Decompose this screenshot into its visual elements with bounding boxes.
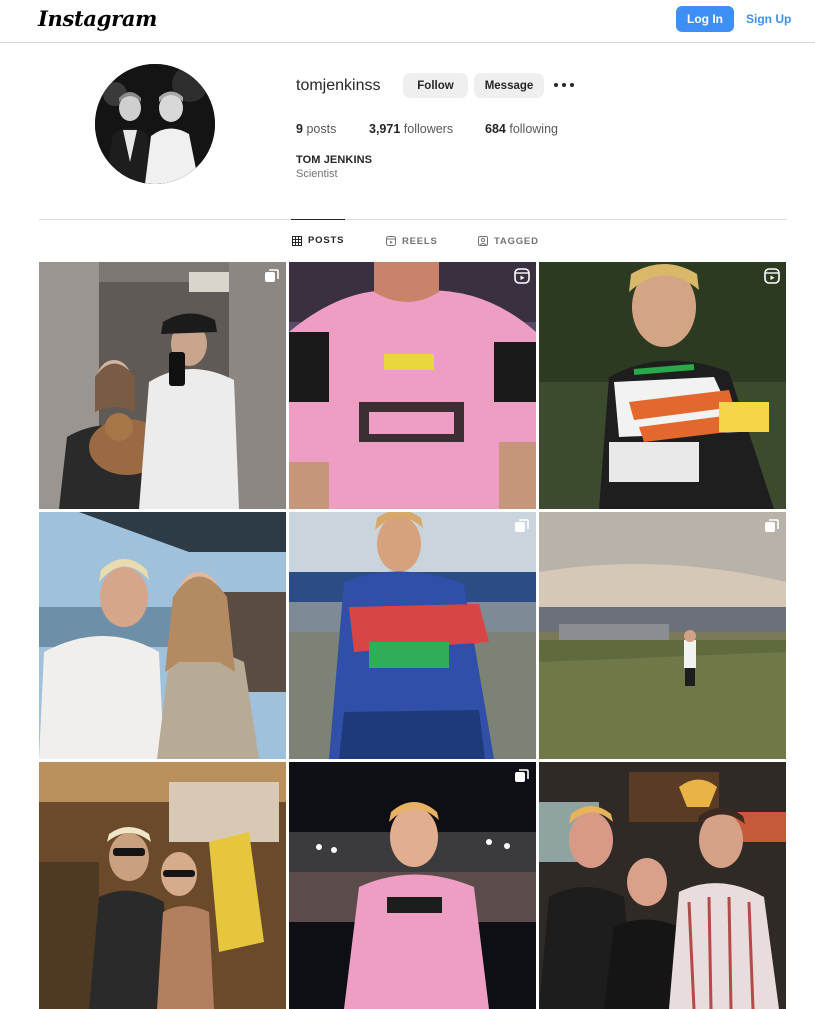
following-count: 684	[485, 122, 506, 136]
grid-icon	[292, 235, 302, 246]
profile-full-name: TOM JENKINS	[296, 154, 373, 166]
profile-username: tomjenkinss	[296, 77, 381, 94]
post-thumbnail-8[interactable]	[289, 762, 536, 1009]
post-thumbnail-9[interactable]	[539, 762, 786, 1009]
post-thumbnail-2[interactable]	[289, 262, 536, 509]
tagged-icon	[478, 236, 488, 246]
follow-button[interactable]: Follow	[403, 73, 468, 98]
post-image-coastal-lawn	[539, 512, 786, 759]
tab-tagged[interactable]: TAGGED	[478, 220, 539, 262]
profile-bio: Scientist	[296, 168, 338, 180]
post-image-pink-jersey	[289, 262, 536, 509]
carousel-icon	[515, 519, 529, 532]
post-image-bar-couple	[39, 762, 286, 1009]
followers-count-stat[interactable]: 3,971 followers	[369, 122, 453, 136]
followers-count: 3,971	[369, 122, 401, 136]
post-thumbnail-3[interactable]	[539, 262, 786, 509]
following-count-stat[interactable]: 684 following	[485, 122, 558, 136]
post-thumbnail-6[interactable]	[539, 512, 786, 759]
reels-icon	[386, 236, 396, 246]
post-image-tigers-jersey	[539, 262, 786, 509]
post-thumbnail-1[interactable]	[39, 262, 286, 509]
carousel-icon	[515, 769, 529, 782]
post-thumbnail-4[interactable]	[39, 512, 286, 759]
posts-count-stat: 9 posts	[296, 122, 336, 136]
tab-reels[interactable]: REELS	[386, 220, 438, 262]
post-image-harbour-couple	[39, 512, 286, 759]
post-thumbnail-7[interactable]	[39, 762, 286, 1009]
posts-label: posts	[306, 122, 337, 136]
signup-link[interactable]: Sign Up	[746, 12, 791, 26]
tab-posts-label: POSTS	[308, 235, 345, 246]
post-image-stadium-night	[289, 762, 536, 1009]
profile-avatar[interactable]	[95, 64, 215, 184]
post-image-knights-jersey	[289, 512, 536, 759]
more-horizontal-icon[interactable]	[554, 76, 574, 94]
tab-tagged-label: TAGGED	[494, 235, 539, 247]
post-thumbnail-5[interactable]	[289, 512, 536, 759]
login-button[interactable]: Log In	[676, 6, 734, 32]
post-image-pub-friends	[539, 762, 786, 1009]
tab-posts[interactable]: POSTS	[291, 219, 346, 261]
carousel-icon	[265, 269, 279, 282]
followers-label: followers	[403, 122, 454, 136]
reel-icon	[514, 268, 530, 284]
message-button[interactable]: Message	[474, 73, 544, 98]
posts-count: 9	[296, 122, 303, 136]
post-image-elevator-selfie	[39, 262, 286, 509]
carousel-icon	[765, 519, 779, 532]
tab-reels-label: REELS	[402, 235, 438, 247]
following-label: following	[509, 122, 558, 136]
instagram-logo[interactable]: Instagram	[38, 6, 157, 31]
top-nav-bar: Instagram Log In Sign Up	[0, 0, 815, 43]
reel-icon	[764, 268, 780, 284]
